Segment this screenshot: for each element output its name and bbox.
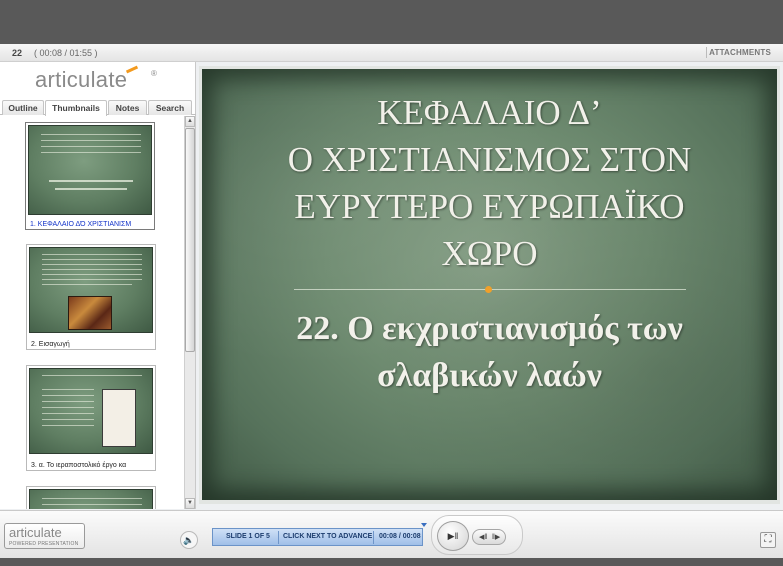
thumbnail-caption: 1. ΚΕΦΑΛΑΙΟ ΔΌ ΧΡΙΣΤΙΑΝΙΣΜ (30, 221, 132, 228)
articulate-footer-logo[interactable]: articulate POWERED PRESENTATION (4, 523, 85, 549)
prev-next-control: ◀‖ ‖▶ (472, 529, 506, 545)
logo-text: articulate (35, 67, 128, 92)
progress-marker (421, 523, 427, 527)
thumbnail-slide-2[interactable]: 2. Εισαγωγή (26, 244, 156, 350)
thumbnail-image (29, 489, 153, 509)
slide-canvas: ΚΕΦΑΛΑΙΟ Δ’ Ο ΧΡΙΣΤΙΑΝΙΣΜΟΣ ΣΤΟΝ ΕΥΡΥΤΕΡ… (202, 69, 777, 500)
tab-outline[interactable]: Outline (2, 100, 44, 115)
tab-search[interactable]: Search (148, 100, 192, 115)
slide-subtitle: 22. Ο εκχριστιανισμός των σλαβικών λαών (202, 305, 777, 399)
status-text: CLICK NEXT TO ADVANCE (283, 533, 373, 540)
footer-logo-subtext: POWERED PRESENTATION (9, 541, 79, 547)
progress-divider (373, 531, 374, 544)
progress-divider (278, 531, 279, 544)
thumbnail-slide-1[interactable]: 1. ΚΕΦΑΛΑΙΟ ΔΌ ΧΡΙΣΤΙΑΝΙΣΜ (25, 122, 155, 230)
elapsed-time: 00:08 / 00:08 (379, 533, 421, 540)
icon-document-thumbnail (102, 389, 136, 447)
thumbnail-caption: 2. Εισαγωγή (31, 341, 70, 348)
sidebar-tabs: Outline Thumbnails Notes Search (0, 99, 196, 116)
slide-title-line: ΚΕΦΑΛΑΙΟ Δ’ (377, 93, 602, 132)
volume-icon[interactable]: 🔈 (180, 531, 198, 549)
topbar-divider (706, 47, 707, 58)
thumbnail-slide-4[interactable] (26, 486, 156, 509)
fullscreen-icon[interactable]: ⛶ (760, 532, 776, 548)
thumbnail-list: 1. ΚΕΦΑΛΑΙΟ ΔΌ ΧΡΙΣΤΙΑΝΙΣΜ 2. Εισαγωγή 3… (0, 116, 184, 509)
divider-dot (485, 286, 492, 293)
progress-bar[interactable]: SLIDE 1 OF 5 CLICK NEXT TO ADVANCE 00:08… (212, 523, 427, 546)
thumbnail-image (29, 247, 153, 333)
footer-logo-text: articulate (9, 525, 62, 540)
time-display: ( 00:08 / 01:55 ) (34, 48, 98, 58)
play-pause-icon[interactable]: ▶‖ (437, 521, 469, 551)
scroll-thumb[interactable] (185, 128, 195, 352)
previous-icon[interactable]: ◀‖ (479, 533, 487, 541)
articulate-logo: articulate ® (0, 62, 196, 98)
tab-thumbnails[interactable]: Thumbnails (45, 100, 107, 116)
icon-painting-thumbnail (68, 296, 112, 330)
scroll-up-icon[interactable]: ▲ (185, 116, 195, 127)
registered-mark: ® (151, 69, 157, 78)
slide-subtitle-line: σλαβικών λαών (377, 357, 602, 394)
slide-title-line: Ο ΧΡΙΣΤΙΑΝΙΣΜΟΣ ΣΤΟΝ (287, 140, 692, 179)
thumbnail-image (29, 368, 153, 454)
thumbnail-image (28, 125, 152, 215)
sidebar: articulate ® Outline Thumbnails Notes Se… (0, 62, 196, 509)
logo-accent-mark (125, 65, 139, 74)
playback-bar: articulate POWERED PRESENTATION 🔈 SLIDE … (0, 510, 783, 558)
slide-title: ΚΕΦΑΛΑΙΟ Δ’ Ο ΧΡΙΣΤΙΑΝΙΣΜΟΣ ΣΤΟΝ ΕΥΡΥΤΕΡ… (202, 89, 777, 277)
slide-frame: ΚΕΦΑΛΑΙΟ Δ’ Ο ΧΡΙΣΤΙΑΝΙΣΜΟΣ ΣΤΟΝ ΕΥΡΥΤΕΡ… (199, 66, 780, 504)
thumbnail-scrollbar[interactable]: ▲ ▼ (184, 116, 195, 509)
top-bar: 22 ( 00:08 / 01:55 ) ATTACHMENTS (0, 44, 783, 62)
thumbnail-slide-3[interactable]: 3. α. Το ιεραποστολικό έργο κα (26, 365, 156, 471)
scroll-down-icon[interactable]: ▼ (185, 498, 195, 509)
tab-notes[interactable]: Notes (108, 100, 147, 115)
thumbnail-caption: 3. α. Το ιεραποστολικό έργο κα (31, 462, 127, 469)
next-icon[interactable]: ‖▶ (492, 533, 500, 541)
slide-title-line: ΧΩΡΟ (441, 234, 538, 273)
slide-counter: SLIDE 1 OF 5 (226, 533, 270, 540)
slide-number: 22 (12, 48, 23, 58)
attachments-button[interactable]: ATTACHMENTS (709, 48, 771, 57)
presentation-stage: 22 ( 00:08 / 01:55 ) ATTACHMENTS articul… (0, 0, 783, 566)
player-window: 22 ( 00:08 / 01:55 ) ATTACHMENTS articul… (0, 44, 783, 558)
slide-subtitle-line: 22. Ο εκχριστιανισμός των (296, 310, 683, 347)
slide-title-line: ΕΥΡΥΤΕΡΟ ΕΥΡΩΠΑΪΚΟ (294, 187, 685, 226)
